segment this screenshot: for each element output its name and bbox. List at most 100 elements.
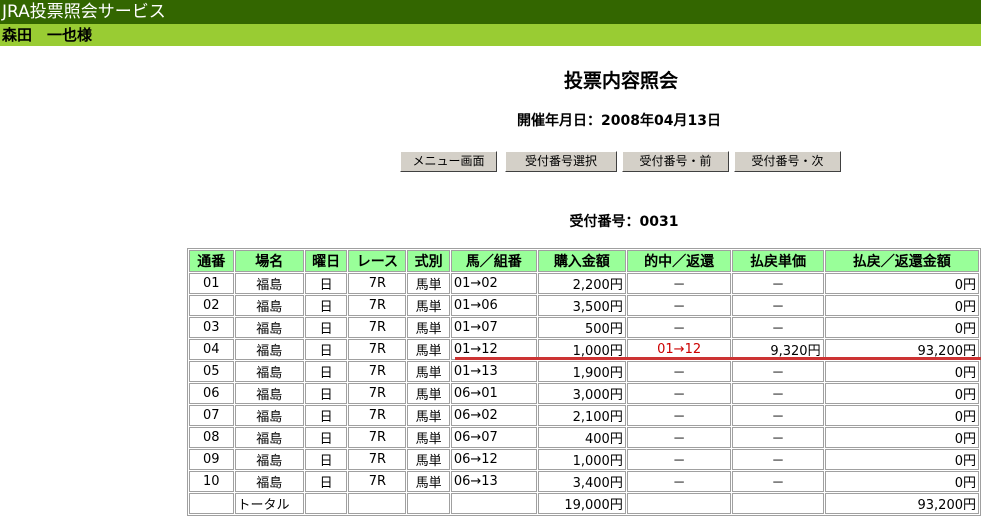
table-cell: 03 bbox=[189, 317, 234, 338]
receipt-select-button[interactable]: 受付番号選択 bbox=[505, 151, 617, 172]
table-cell: 500円 bbox=[537, 317, 626, 338]
race-date: 開催年月日：2008年04月13日 bbox=[517, 113, 721, 129]
table-cell: 07 bbox=[189, 405, 234, 426]
table-cell bbox=[450, 493, 537, 514]
table-cell: 福島 bbox=[234, 449, 304, 470]
previous-receipt-button[interactable]: 受付番号・前 bbox=[622, 151, 729, 172]
table-cell: 7R bbox=[348, 339, 407, 360]
table-cell: 01→13 bbox=[450, 361, 537, 382]
table-cell: 0円 bbox=[824, 383, 979, 404]
user-name-bar: 森田 一也様 bbox=[0, 24, 981, 46]
table-cell: － bbox=[626, 449, 732, 470]
table-cell: 日 bbox=[304, 471, 348, 492]
table-cell: － bbox=[626, 427, 732, 448]
table-cell: 3,400円 bbox=[537, 471, 626, 492]
table-cell: 福島 bbox=[234, 339, 304, 360]
table-cell: 福島 bbox=[234, 361, 304, 382]
table-cell: 3,000円 bbox=[537, 383, 626, 404]
table-row: 02 福島日 7R 馬単 01→06 3,500円－－ 0円 bbox=[189, 295, 979, 316]
table-row: 05 福島日 7R 馬単 01→13 1,900円－－ 0円 bbox=[189, 361, 979, 382]
table-cell: － bbox=[626, 317, 732, 338]
table-cell: － bbox=[732, 383, 824, 404]
table-cell: － bbox=[626, 405, 732, 426]
table-cell: － bbox=[732, 317, 824, 338]
table-cell: 福島 bbox=[234, 273, 304, 294]
table-cell: － bbox=[626, 383, 732, 404]
table-row: 07 福島日 7R 馬単 06→02 2,100円－－ 0円 bbox=[189, 405, 979, 426]
table-cell: 7R bbox=[348, 317, 407, 338]
table-cell: 05 bbox=[189, 361, 234, 382]
table-cell: 福島 bbox=[234, 383, 304, 404]
menu-button[interactable]: メニュー画面 bbox=[400, 151, 497, 172]
table-cell: 馬単 bbox=[407, 405, 450, 426]
table-cell: 日 bbox=[304, 427, 348, 448]
table-cell: 0円 bbox=[824, 273, 979, 294]
table-cell: 7R bbox=[348, 361, 407, 382]
table-cell: 06 bbox=[189, 383, 234, 404]
table-cell: 馬単 bbox=[407, 383, 450, 404]
next-receipt-button[interactable]: 受付番号・次 bbox=[734, 151, 841, 172]
app-title-bar: JRA投票照会サービス bbox=[0, 0, 981, 24]
receipt-number: 受付番号：0031 bbox=[569, 214, 679, 230]
table-cell: 0円 bbox=[824, 427, 979, 448]
table-cell: － bbox=[732, 295, 824, 316]
table-cell: 400円 bbox=[537, 427, 626, 448]
table-cell: － bbox=[626, 295, 732, 316]
table-cell: 06→12 bbox=[450, 449, 537, 470]
hit-underline bbox=[455, 357, 981, 360]
table-cell: 馬単 bbox=[407, 427, 450, 448]
column-header: 払戻／返還金額 bbox=[824, 250, 979, 272]
table-row: 06 福島日 7R 馬単 06→01 3,000円－－ 0円 bbox=[189, 383, 979, 404]
table-cell: 馬単 bbox=[407, 339, 450, 360]
table-cell: － bbox=[732, 449, 824, 470]
table-cell: 0円 bbox=[824, 449, 979, 470]
table-row: 10 福島日 7R 馬単 06→13 3,400円－－ 0円 bbox=[189, 471, 979, 492]
table-cell: － bbox=[626, 273, 732, 294]
table-cell: 馬単 bbox=[407, 317, 450, 338]
table-cell: 10 bbox=[189, 471, 234, 492]
table-cell: 7R bbox=[348, 449, 407, 470]
table-row: 03 福島日 7R 馬単 01→07 500円－－ 0円 bbox=[189, 317, 979, 338]
table-header-row: 通番 場名 曜日 レース 式別 馬／組番 購入金額 的中／返還 払戻単価 払戻／返還金額 bbox=[189, 250, 979, 272]
total-purchase: 19,000円 bbox=[537, 493, 626, 514]
table-cell: 01 bbox=[189, 273, 234, 294]
column-header: レース bbox=[348, 250, 407, 272]
table-cell: 日 bbox=[304, 273, 348, 294]
table-cell: 7R bbox=[348, 471, 407, 492]
table-cell: － bbox=[732, 361, 824, 382]
table-cell: 7R bbox=[348, 383, 407, 404]
table-cell: 日 bbox=[304, 405, 348, 426]
table-cell: 7R bbox=[348, 295, 407, 316]
table-cell bbox=[732, 493, 824, 514]
table-cell: 01→02 bbox=[450, 273, 537, 294]
table-cell: 06→02 bbox=[450, 405, 537, 426]
table-cell: 日 bbox=[304, 339, 348, 360]
table-cell: － bbox=[626, 471, 732, 492]
table-cell: 馬単 bbox=[407, 361, 450, 382]
table-cell: 1,900円 bbox=[537, 361, 626, 382]
table-cell: 7R bbox=[348, 427, 407, 448]
table-cell: 馬単 bbox=[407, 449, 450, 470]
table-cell: 1,000円 bbox=[537, 449, 626, 470]
page-title: 投票内容照会 bbox=[563, 70, 678, 92]
table-cell: 0円 bbox=[824, 295, 979, 316]
table-cell: 馬単 bbox=[407, 295, 450, 316]
table-cell: 福島 bbox=[234, 427, 304, 448]
table-cell: － bbox=[626, 361, 732, 382]
table-cell: 02 bbox=[189, 295, 234, 316]
table-cell: 7R bbox=[348, 405, 407, 426]
table-cell: 2,200円 bbox=[537, 273, 626, 294]
total-row: トータル 19,000円 93,200円 bbox=[189, 493, 979, 514]
bet-table: 通番 場名 曜日 レース 式別 馬／組番 購入金額 的中／返還 払戻単価 払戻／返還金額 01 福島… bbox=[187, 248, 981, 516]
table-cell: 日 bbox=[304, 295, 348, 316]
column-header: 曜日 bbox=[304, 250, 348, 272]
table-cell bbox=[626, 493, 732, 514]
table-cell: 0円 bbox=[824, 361, 979, 382]
column-header: 式別 bbox=[407, 250, 450, 272]
table-cell: 04 bbox=[189, 339, 234, 360]
table-cell: 馬単 bbox=[407, 471, 450, 492]
table-cell: 7R bbox=[348, 273, 407, 294]
column-header: 購入金額 bbox=[537, 250, 626, 272]
table-cell: 09 bbox=[189, 449, 234, 470]
table-cell: 福島 bbox=[234, 471, 304, 492]
